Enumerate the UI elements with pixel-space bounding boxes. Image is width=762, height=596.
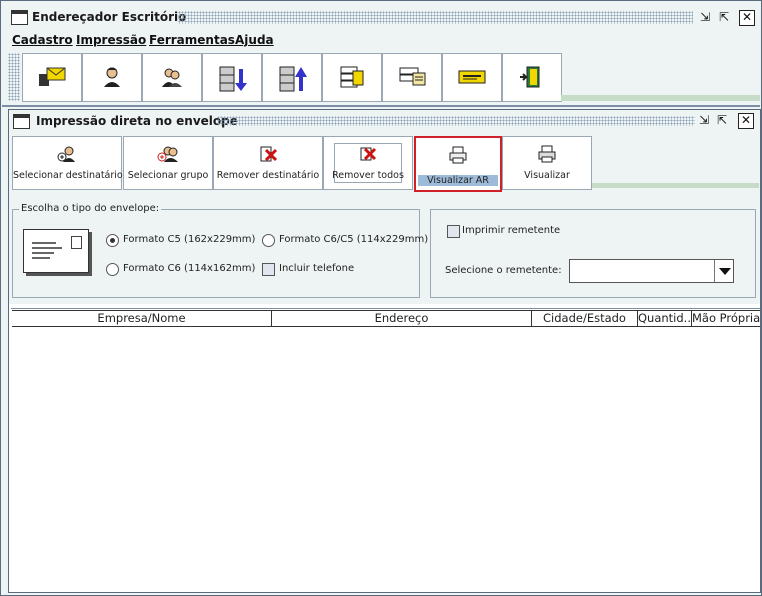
sender-dropdown[interactable] — [569, 259, 734, 283]
format-c6c5-radio[interactable] — [262, 234, 275, 247]
group-icon — [157, 65, 187, 89]
menu-ajuda[interactable]: Ajuda — [235, 33, 274, 47]
envelope-preview-image — [23, 229, 89, 273]
inner-title-pattern — [217, 116, 695, 126]
main-toolbar — [2, 49, 760, 105]
envelope-type-group: Escolha o tipo do envelope: Formato C5 (… — [12, 203, 428, 298]
format-c6-radio[interactable] — [106, 263, 119, 276]
format-c6c5-label[interactable]: Formato C6/C5 (114x229mm) — [279, 234, 428, 245]
inner-toolbar-strip — [592, 183, 759, 188]
person-icon — [97, 65, 127, 89]
print-sender-label[interactable]: Imprimir remetente — [462, 225, 560, 236]
column-header-quantity[interactable]: Quantid... — [638, 311, 692, 326]
remove-person-icon — [214, 145, 322, 168]
preview-label: Visualizar — [524, 170, 570, 181]
inner-maximize-icon[interactable]: ⇱ — [715, 113, 729, 127]
toolbar-button-group[interactable] — [142, 53, 202, 102]
column-header-address[interactable]: Endereço — [272, 311, 532, 326]
add-group-icon — [124, 145, 212, 168]
window-icon — [11, 10, 28, 25]
menu-ferramentas[interactable]: Ferramentas — [149, 33, 235, 47]
maximize-icon[interactable]: ⇱ — [717, 10, 731, 24]
table-header: Empresa/Nome Endereço Cidade/Estado Quan… — [12, 310, 760, 327]
inner-window-title: Impressão direta no envelope — [36, 114, 238, 128]
title-bar[interactable]: Endereçador Escritório ⇲ ⇱ ✕ — [2, 2, 760, 32]
database-icon — [337, 65, 367, 89]
card-file-icon — [397, 65, 427, 89]
envelope-icon — [37, 65, 67, 89]
column-header-own-hand[interactable]: Mão Própria — [692, 311, 760, 326]
format-c5-radio[interactable] — [106, 234, 119, 247]
select-recipient-label: Selecionar destinatário — [13, 170, 123, 181]
options-panel: Escolha o tipo do envelope: Formato C5 (… — [9, 194, 760, 304]
divider — [2, 105, 760, 107]
toolbar-button-envelope[interactable] — [22, 53, 82, 102]
toolbar-button-import[interactable] — [202, 53, 262, 102]
menu-impressao[interactable]: Impressão — [76, 33, 146, 47]
sender-group: Imprimir remetente Selecione o remetente… — [430, 209, 756, 298]
toolbar-button-label[interactable] — [442, 53, 502, 102]
toolbar-grip[interactable] — [8, 53, 20, 101]
column-header-company[interactable]: Empresa/Nome — [12, 311, 272, 326]
window-title: Endereçador Escritório — [32, 10, 187, 24]
close-icon[interactable]: ✕ — [739, 10, 755, 26]
select-recipient-button[interactable]: Selecionar destinatário — [12, 136, 123, 190]
main-window: Endereçador Escritório ⇲ ⇱ ✕ Cadastro Im… — [0, 0, 762, 596]
toolbar-strip — [561, 95, 760, 101]
format-c5-label[interactable]: Formato C5 (162x229mm) — [123, 234, 255, 245]
envelope-type-title: Escolha o tipo do envelope: — [19, 203, 162, 214]
printer-icon — [416, 146, 500, 169]
toolbar-button-person[interactable] — [82, 53, 142, 102]
inner-close-icon[interactable]: ✕ — [738, 113, 754, 129]
preview-button[interactable]: Visualizar — [502, 136, 592, 190]
minimize-icon[interactable]: ⇲ — [698, 10, 712, 24]
remove-all-button[interactable]: Remover todos — [323, 136, 413, 190]
add-person-icon — [13, 145, 121, 168]
inner-window-icon — [13, 114, 30, 129]
toolbar-button-card-file[interactable] — [382, 53, 442, 102]
include-phone-label[interactable]: Incluir telefone — [279, 263, 354, 274]
exit-door-icon — [517, 65, 547, 89]
column-header-city-state[interactable]: Cidade/Estado — [532, 311, 638, 326]
title-bar-pattern — [178, 11, 693, 24]
preview-ar-button[interactable]: Visualizar AR — [414, 136, 502, 192]
menu-bar: Cadastro Impressão Ferramentas Ajuda — [2, 31, 760, 49]
chevron-down-icon[interactable] — [714, 260, 733, 282]
inner-window: Impressão direta no envelope ⇲ ⇱ ✕ Selec… — [8, 109, 761, 593]
printer-icon — [503, 145, 591, 168]
remove-all-label: Remover todos — [332, 170, 404, 181]
format-c6-label[interactable]: Formato C6 (114x162mm) — [123, 263, 255, 274]
remove-all-icon — [324, 145, 412, 168]
select-group-button[interactable]: Selecionar grupo — [123, 136, 213, 190]
remove-recipient-label: Remover destinatário — [216, 170, 320, 181]
import-icon — [217, 65, 247, 92]
inner-toolbar: Selecionar destinatário Selecionar grupo… — [9, 132, 760, 194]
recipients-table: Empresa/Nome Endereço Cidade/Estado Quan… — [9, 304, 760, 592]
select-sender-label: Selecione o remetente: — [445, 265, 562, 276]
toolbar-button-exit[interactable] — [502, 53, 562, 102]
menu-cadastro[interactable]: Cadastro — [12, 33, 73, 47]
remove-recipient-button[interactable]: Remover destinatário — [213, 136, 323, 190]
toolbar-button-database[interactable] — [322, 53, 382, 102]
toolbar-button-export[interactable] — [262, 53, 322, 102]
include-phone-checkbox[interactable] — [262, 263, 275, 276]
print-sender-checkbox[interactable] — [447, 225, 460, 238]
label-icon — [457, 65, 487, 89]
select-group-label: Selecionar grupo — [127, 170, 209, 181]
export-icon — [277, 65, 307, 92]
preview-ar-label: Visualizar AR — [418, 175, 498, 186]
inner-title-bar[interactable]: Impressão direta no envelope ⇲ ⇱ ✕ — [9, 110, 760, 132]
inner-minimize-icon[interactable]: ⇲ — [697, 113, 711, 127]
